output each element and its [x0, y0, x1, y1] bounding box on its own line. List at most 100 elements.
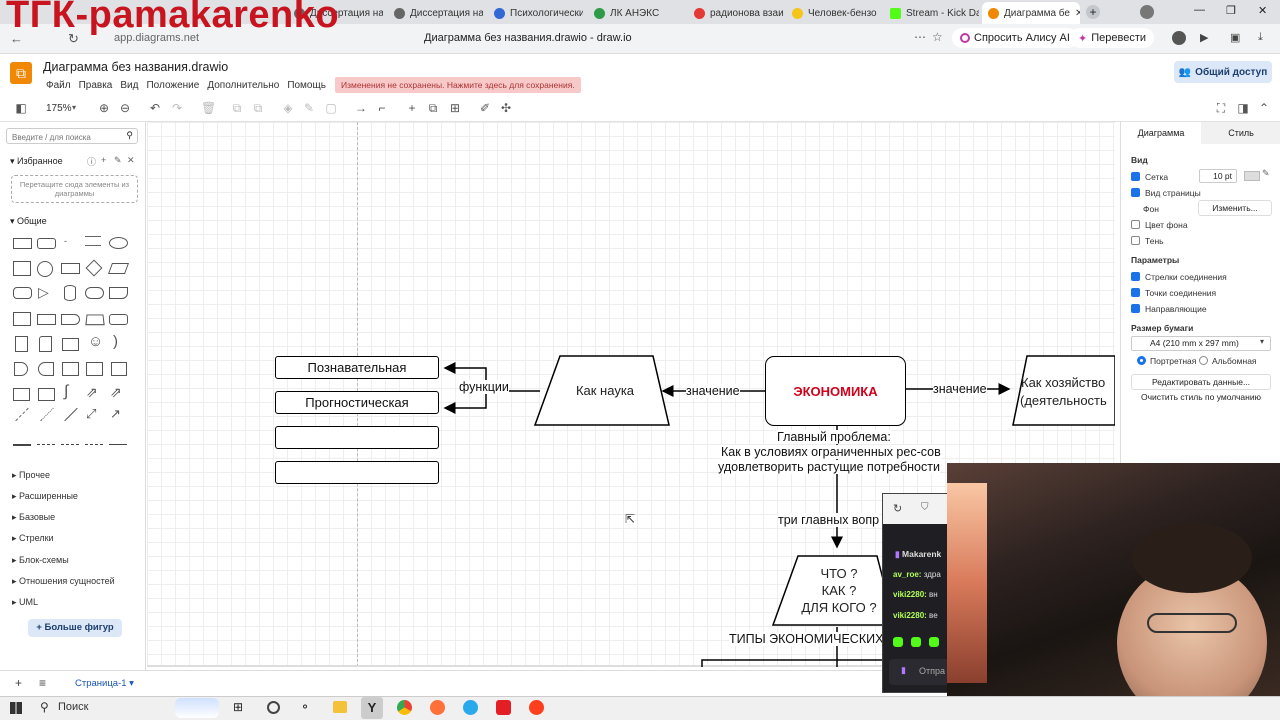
shadow-checkbox[interactable]: Тень — [1131, 236, 1164, 246]
menu-file[interactable]: Файл — [46, 80, 71, 91]
menu-arrange[interactable]: Положение — [146, 80, 199, 91]
link-arrow-shape[interactable] — [61, 444, 79, 445]
rectangle-shape[interactable] — [13, 238, 32, 249]
internal-storage-shape[interactable] — [13, 312, 31, 326]
pages-menu-icon[interactable]: ≡ — [39, 676, 46, 690]
arrow-shape[interactable]: ⇗ — [110, 384, 122, 400]
app-icon[interactable] — [496, 700, 511, 715]
fill-color-icon[interactable]: ◈ — [282, 102, 294, 114]
line-shape[interactable] — [64, 407, 78, 422]
clear-style-button[interactable]: Очистить стиль по умолчанию — [1131, 390, 1271, 406]
widgets-icon[interactable] — [175, 698, 219, 718]
collapse-icon[interactable]: ⌃ — [1258, 102, 1270, 114]
minimize-icon[interactable]: — — [1194, 4, 1205, 16]
undo-icon[interactable]: ↶ — [149, 102, 161, 114]
redo-icon[interactable]: ↷ — [171, 102, 183, 114]
unsaved-notice[interactable]: Изменения не сохранены. Нажмите здесь дл… — [335, 77, 581, 93]
table-icon[interactable]: ⊞ — [449, 102, 461, 114]
rounded-rectangle-shape[interactable] — [37, 238, 56, 249]
link-double-shape[interactable] — [85, 444, 103, 445]
yandex-icon[interactable] — [529, 700, 544, 715]
household-shape[interactable] — [1012, 355, 1115, 426]
grid-size-input[interactable]: 10 pt — [1199, 169, 1237, 183]
collections-icon[interactable]: ▣ — [1230, 31, 1240, 44]
main-problem-text[interactable]: Как в условиях ограниченных рес-сов — [721, 445, 941, 459]
zoom-out-icon[interactable]: ⊖ — [119, 102, 131, 114]
dashed-line-shape[interactable] — [15, 407, 29, 422]
portrait-radio[interactable]: Портретная — [1137, 356, 1196, 366]
browser-tab-active[interactable]: Диаграмма бе ✕ — [982, 2, 1080, 24]
tab-style[interactable]: Стиль — [1201, 122, 1280, 144]
emote-icon[interactable] — [893, 637, 903, 647]
browser-tab[interactable]: Диссертация на — [388, 2, 483, 24]
alice-button[interactable]: Спросить Алису AI — [952, 28, 1078, 48]
link-dashed-shape[interactable] — [37, 444, 55, 445]
list-item-shape[interactable] — [38, 388, 55, 401]
more-shapes-button[interactable]: + Больше фигур — [28, 619, 122, 637]
pencil-icon[interactable]: ✎ — [1262, 168, 1270, 179]
list-shape[interactable] — [111, 362, 127, 376]
main-problem-text-2[interactable]: удовлетворить растущие потребности — [718, 460, 940, 474]
prognostic-function-box[interactable]: Прогностическая — [275, 391, 439, 414]
connection-arrows-checkbox[interactable]: Стрелки соединения — [1131, 272, 1227, 282]
bidirectional-arrow-shape[interactable]: ⇗ — [86, 384, 98, 400]
category-uml[interactable]: ▸ UML — [12, 597, 38, 608]
triangle-shape[interactable]: ▷ — [38, 285, 49, 299]
template-icon[interactable]: ⧉ — [427, 102, 439, 114]
favorites-drop-zone[interactable]: Перетащите сюда элементы из диаграммы — [11, 175, 138, 203]
shadow-icon[interactable]: ▢ — [325, 102, 337, 114]
meaning-label-right[interactable]: значение — [933, 382, 987, 396]
favorites-header[interactable]: ▾ Избранное — [10, 156, 63, 167]
new-tab-icon[interactable]: + — [1086, 5, 1100, 19]
search-icon[interactable]: ⚲ — [40, 700, 49, 714]
profile-icon[interactable] — [1140, 5, 1154, 19]
landscape-radio[interactable]: Альбомная — [1199, 356, 1257, 366]
chat-send-input[interactable]: ▮ Отпра — [889, 659, 953, 685]
actor-shape[interactable]: ☺ — [88, 334, 103, 349]
card-shape[interactable] — [39, 336, 52, 352]
edit-data-button[interactable]: Редактировать данные... — [1131, 374, 1271, 390]
paper-size-select[interactable]: A4 (210 mm x 297 mm) — [1131, 336, 1271, 351]
reload-icon[interactable]: ↻ — [893, 502, 902, 515]
emote-icon[interactable] — [929, 637, 939, 647]
callout-shape[interactable] — [62, 338, 79, 351]
empty-function-box[interactable] — [275, 426, 439, 449]
category-misc[interactable]: ▸ Прочее — [12, 470, 50, 481]
browser-tab[interactable]: ЛК АНЭКС — [588, 2, 683, 24]
text-shape[interactable]: - — [64, 236, 67, 246]
edge-types-branch[interactable] — [701, 659, 907, 667]
chat-username[interactable]: viki2280: — [893, 611, 927, 620]
diamond-shape[interactable] — [85, 259, 103, 277]
to-front-icon[interactable]: ⧉ — [231, 102, 243, 114]
close-window-icon[interactable]: ✕ — [1258, 4, 1267, 17]
browser-tab[interactable]: Человек-бензо — [786, 2, 881, 24]
meaning-label-left[interactable]: значение — [686, 384, 740, 398]
emote-icon[interactable] — [911, 637, 921, 647]
app-icon[interactable]: ⚬ — [300, 700, 310, 714]
telegram-icon[interactable] — [463, 700, 478, 715]
general-header[interactable]: ▾ Общие — [10, 216, 47, 227]
or-shape[interactable]: ) — [113, 334, 118, 349]
parallelogram-shape[interactable] — [107, 263, 130, 274]
close-icon[interactable]: ✕ — [127, 155, 135, 166]
search-icon[interactable]: ⚲ — [126, 130, 133, 141]
step-shape[interactable] — [61, 314, 80, 325]
chat-username[interactable]: viki2280: — [893, 590, 927, 599]
chat-username[interactable]: Makarenk — [902, 549, 941, 559]
connection-points-checkbox[interactable]: Точки соединения — [1131, 288, 1216, 298]
task-view-icon[interactable]: ⊞ — [233, 700, 243, 714]
browser-tab[interactable]: Stream - Kick Das — [884, 2, 979, 24]
browser-tab[interactable]: Психологически — [488, 2, 583, 24]
economic-types-label[interactable]: ТИПЫ ЭКОНОМИЧЕСКИХ — [729, 632, 884, 646]
ellipse-shape[interactable] — [109, 237, 128, 249]
functions-label[interactable]: функции — [459, 380, 509, 394]
cylinder-shape[interactable] — [64, 285, 76, 301]
add-page-icon[interactable]: + — [15, 676, 22, 690]
connection-icon[interactable]: → — [355, 102, 367, 114]
app-icon[interactable] — [267, 701, 280, 714]
three-questions-label[interactable]: три главных вопр — [778, 513, 880, 527]
tape-shape[interactable] — [109, 314, 128, 325]
curve-shape[interactable]: ∫ — [64, 384, 68, 400]
taskbar-search[interactable]: Поиск — [58, 701, 88, 713]
browser-tab[interactable]: радионова взаи — [688, 2, 783, 24]
